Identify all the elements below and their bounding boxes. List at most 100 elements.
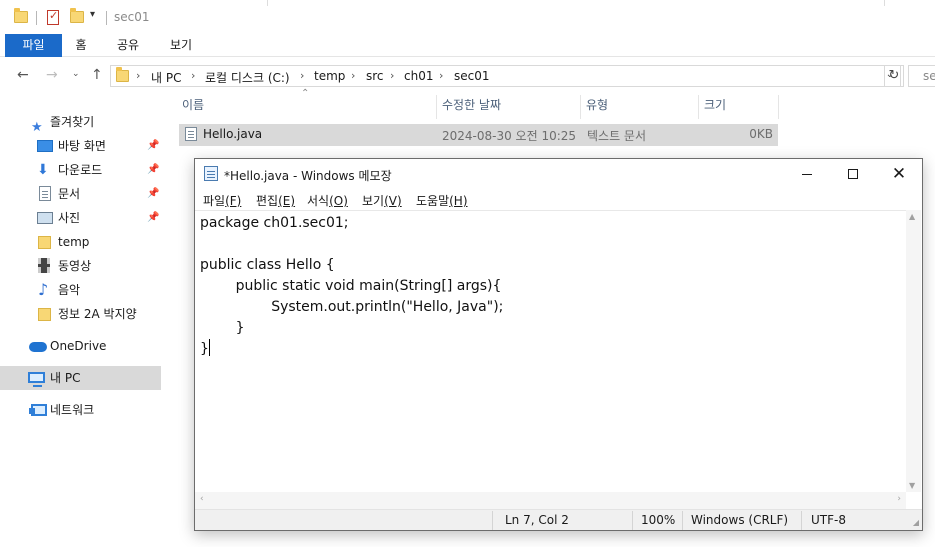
sidebar-item-documents[interactable]: 문서 📌 [0,182,161,206]
scroll-right-icon[interactable]: › [897,494,901,504]
column-header-size[interactable]: 크기 [700,92,778,119]
new-folder-icon[interactable] [70,8,84,23]
notepad-window: *Hello.java - Windows 메모장 ✕ 파일(F) 편집(E) … [194,158,923,531]
breadcrumb-separator[interactable]: › [136,69,140,82]
scroll-down-icon[interactable]: ▼ [909,481,915,490]
status-divider [801,511,802,530]
sidebar-item-this-pc[interactable]: 내 PC [0,366,161,390]
breadcrumb-src[interactable]: src [366,69,384,83]
address-row: ← → ⌄ ↑ › 내 PC › 로컬 디스크 (C:) › temp › sr… [0,58,935,91]
pin-icon[interactable]: 📌 [147,206,159,230]
menu-accelerator: (V) [384,194,402,208]
file-row[interactable]: Hello.java 2024-08-30 오전 10:25 텍스트 문서 0K… [179,124,778,146]
breadcrumb-separator[interactable]: › [351,69,355,82]
column-header-modified[interactable]: 수정한 날짜 [438,92,580,119]
breadcrumb-local-disk[interactable]: 로컬 디스크 (C:) [205,69,290,86]
menu-file[interactable]: 파일(F) [203,192,241,209]
status-encoding: UTF-8 [811,513,846,527]
sidebar-item-quick-access[interactable]: ★ 즐겨찾기 [0,110,161,135]
search-input[interactable]: se [908,65,935,87]
recent-locations-icon[interactable]: ⌄ [72,69,80,79]
scroll-up-icon[interactable]: ▲ [909,212,915,221]
code-line: public class Hello { [200,257,335,273]
notepad-titlebar[interactable]: *Hello.java - Windows 메모장 ✕ [195,159,922,189]
status-divider [682,511,683,530]
sidebar-item-network[interactable]: 네트워크 [0,398,161,422]
column-header-name[interactable]: 이름 [178,92,436,119]
horizontal-scrollbar[interactable]: ‹ › [195,492,906,509]
tab-home[interactable]: 홈 [68,34,94,57]
column-divider[interactable] [698,95,699,119]
file-name: Hello.java [203,127,263,141]
up-arrow-icon[interactable]: ↑ [91,67,103,83]
window-edge [884,0,885,6]
properties-icon[interactable] [47,9,59,25]
folder-icon [14,8,28,23]
address-bar[interactable]: › 내 PC › 로컬 디스크 (C:) › temp › src › ch01… [110,65,901,87]
breadcrumb-sec01[interactable]: sec01 [454,69,490,83]
breadcrumb-separator[interactable]: › [300,69,304,82]
forward-arrow-icon[interactable]: → [46,67,58,83]
menu-label: 도움말 [416,194,450,208]
sidebar-item-videos[interactable]: 동영상 [0,254,161,278]
pin-icon[interactable]: 📌 [147,182,159,206]
code-line: package ch01.sec01; [200,215,349,231]
menu-edit[interactable]: 편집(E) [256,192,295,209]
tab-share[interactable]: 공유 [110,34,146,57]
refresh-icon[interactable]: ↻ [884,65,904,87]
maximize-button[interactable] [830,159,876,189]
text-editor-area[interactable]: package ch01.sec01; public class Hello { … [195,210,906,492]
menu-label: 보기 [362,194,385,208]
sidebar-item-desktop[interactable]: 바탕 화면 📌 [0,134,161,158]
menu-help[interactable]: 도움말(H) [416,192,468,209]
download-icon: ⬇ [37,162,49,178]
menu-accelerator: (O) [329,194,348,208]
minimize-button[interactable] [784,159,830,189]
pin-icon[interactable]: 📌 [147,134,159,158]
resize-grip-icon[interactable]: ◢ [913,518,919,527]
code-line: } [200,320,245,336]
breadcrumb-ch01[interactable]: ch01 [404,69,433,83]
sidebar-item-label: 정보 2A 박지양 [58,307,137,321]
sidebar-item-downloads[interactable]: ⬇ 다운로드 📌 [0,158,161,182]
pin-icon[interactable]: 📌 [147,158,159,182]
menu-format[interactable]: 서식(O) [307,192,348,209]
column-header-type[interactable]: 유형 [582,92,698,119]
status-line-ending: Windows (CRLF) [691,513,789,527]
code-line-last: } [200,339,503,360]
breadcrumb-separator[interactable]: › [439,69,443,82]
file-modified: 2024-08-30 오전 10:25 [442,129,577,143]
sidebar-item-label: 바탕 화면 [58,139,106,153]
menu-accelerator: (H) [449,194,468,208]
breadcrumb-temp[interactable]: temp [314,69,345,83]
column-divider[interactable] [436,95,437,119]
vertical-scrollbar[interactable]: ▲ ▼ [906,210,921,492]
sidebar-item-label: 음악 [58,283,81,297]
back-arrow-icon[interactable]: ← [17,67,29,83]
scroll-left-icon[interactable]: ‹ [200,494,204,504]
tab-file[interactable]: 파일 [5,34,62,57]
sidebar-item-folder-2a[interactable]: 정보 2A 박지양 [0,302,161,326]
sidebar-item-pictures[interactable]: 사진 📌 [0,206,161,230]
sidebar-item-label: 문서 [58,187,81,201]
file-type: 텍스트 문서 [587,129,647,143]
column-divider[interactable] [778,95,779,119]
customize-toolbar-icon[interactable]: ▾ [90,9,95,20]
breadcrumb-separator[interactable]: › [390,69,394,82]
navigation-pane: ★ 즐겨찾기 바탕 화면 📌 ⬇ 다운로드 📌 문서 📌 사진 📌 temp 동… [0,91,162,547]
column-divider[interactable] [580,95,581,119]
status-bar: Ln 7, Col 2 100% Windows (CRLF) UTF-8 ◢ [195,509,922,530]
sidebar-item-label: 내 PC [50,371,81,385]
menu-view[interactable]: 보기(V) [362,192,402,209]
document-icon [39,186,51,201]
breadcrumb-separator[interactable]: › [191,69,195,82]
close-button[interactable]: ✕ [876,159,922,189]
breadcrumb-this-pc[interactable]: 내 PC [151,69,181,86]
sidebar-item-temp[interactable]: temp [0,230,161,254]
sidebar-item-label: 다운로드 [58,163,103,177]
quick-access-separator [36,11,37,25]
sidebar-item-music[interactable]: ♪ 음악 [0,278,161,302]
tab-view[interactable]: 보기 [163,34,199,57]
code-line: System.out.println("Hello, Java"); [200,299,504,315]
sidebar-item-onedrive[interactable]: OneDrive [0,334,161,358]
